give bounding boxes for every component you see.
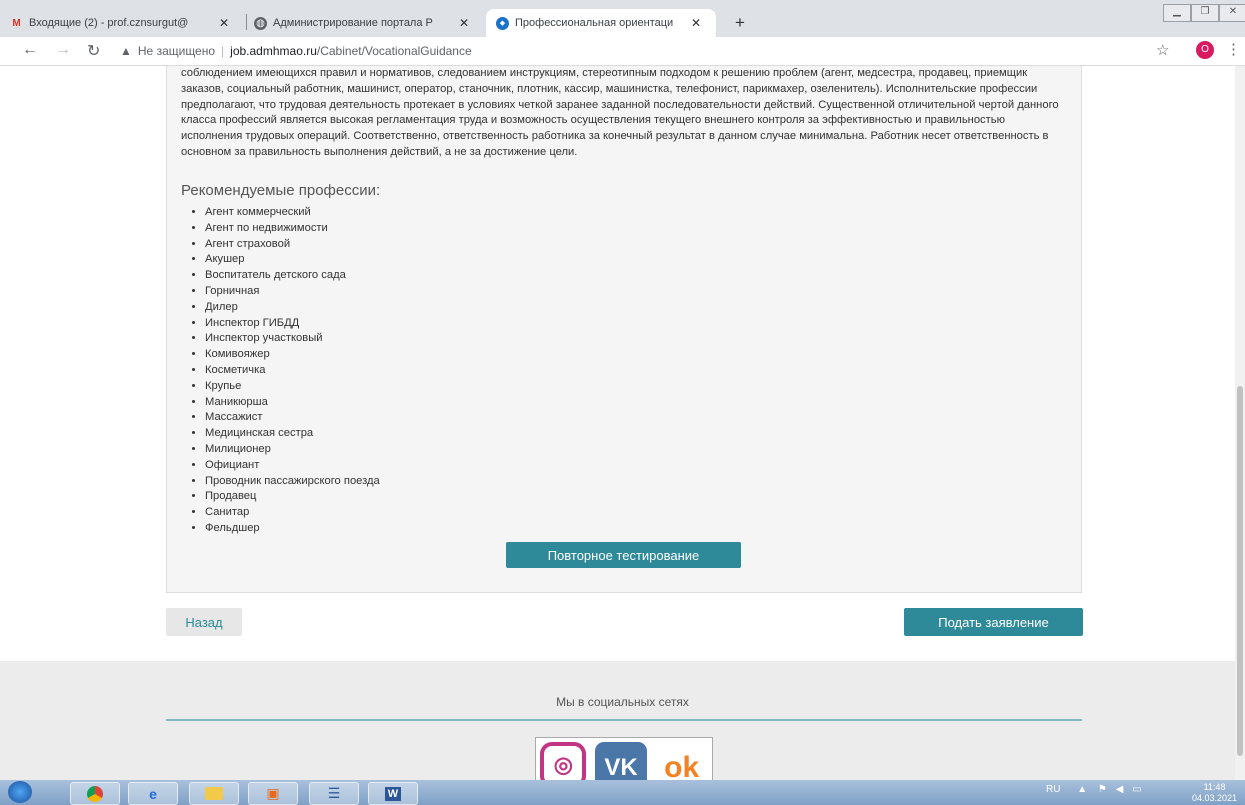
profession-item: Косметичка (205, 363, 380, 379)
profession-item: Инспектор ГИБДД (205, 316, 380, 332)
vk-icon[interactable]: VK (594, 742, 647, 780)
profession-item: Горничная (205, 284, 380, 300)
restore-icon[interactable]: ❐ (1191, 4, 1219, 22)
language-indicator[interactable]: RU (1046, 784, 1060, 795)
profession-item: Маникюрша (205, 395, 380, 411)
tab-title: Входящие (2) - prof.cznsurgut@ (29, 17, 189, 29)
retest-button[interactable]: Повторное тестирование (506, 542, 741, 568)
profession-item: Фельдшер (205, 521, 380, 537)
flag-icon[interactable]: ⚑ (1098, 784, 1107, 795)
tab-vocational-guidance[interactable]: ◆ Профессиональная ориентаци ✕ (486, 9, 716, 37)
chrome-taskbar-icon[interactable] (70, 782, 120, 805)
tab-admin[interactable]: ◍ Администрирование портала Р ✕ (254, 9, 474, 37)
profession-item: Продавец (205, 489, 380, 505)
clock-time: 11:48 (1203, 782, 1226, 792)
media-taskbar-icon[interactable]: ▣ (248, 782, 298, 805)
minimize-icon[interactable]: ▁ (1163, 4, 1191, 22)
profession-item: Комивояжер (205, 347, 380, 363)
ie-taskbar-icon[interactable]: e (128, 782, 178, 805)
profession-item: Дилер (205, 300, 380, 316)
profession-item: Агент страховой (205, 237, 380, 253)
window-close-icon[interactable]: ✕ (1219, 4, 1245, 22)
apply-button[interactable]: Подать заявление (904, 608, 1083, 636)
tab-gmail[interactable]: M Входящие (2) - prof.cznsurgut@ ✕ (10, 9, 238, 37)
back-arrow-icon[interactable]: ← (22, 41, 38, 59)
social-links: ◎ VK ok (535, 737, 713, 780)
profession-item: Акушер (205, 252, 380, 268)
url-domain: job.admhmao.ru (230, 44, 317, 58)
profession-item: Агент по недвижимости (205, 221, 380, 237)
tab-title: Администрирование портала Р (273, 17, 433, 29)
profession-item: Проводник пассажирского поезда (205, 474, 380, 490)
profession-item: Агент коммерческий (205, 205, 380, 221)
bookmark-star-icon[interactable]: ☆ (1156, 41, 1169, 59)
close-icon[interactable]: ✕ (219, 16, 229, 30)
tab-title: Профессиональная ориентаци (515, 17, 674, 29)
url-divider: | (221, 44, 225, 58)
word-taskbar-icon[interactable]: W (368, 782, 418, 805)
gmail-icon: M (12, 17, 21, 29)
window-controls: ▁ ❐ ✕ (1163, 4, 1245, 22)
profile-avatar[interactable]: O (1196, 41, 1214, 59)
show-hidden-icons-icon[interactable]: ▲ (1077, 784, 1087, 795)
network-icon[interactable]: ▭ (1132, 784, 1141, 795)
profession-item: Массажист (205, 410, 380, 426)
browser-toolbar: ← → ↻ ▲ Не защищено | job.admhmao.ru/Cab… (0, 37, 1245, 66)
clock-date: 04.03.2021 (1192, 793, 1238, 803)
volume-icon[interactable]: ◀ (1116, 784, 1124, 795)
social-title: Мы в социальных сетях (556, 695, 689, 709)
kebab-menu-icon[interactable]: ⋮ (1226, 40, 1241, 58)
close-icon[interactable]: ✕ (691, 16, 701, 30)
new-tab-button[interactable]: + (735, 13, 745, 33)
profession-item: Воспитатель детского сада (205, 268, 380, 284)
security-label: Не защищено (137, 44, 216, 58)
profession-item: Милиционер (205, 442, 380, 458)
address-bar[interactable]: ▲ Не защищено | job.admhmao.ru/Cabinet/V… (120, 40, 472, 62)
profession-class-description: соблюдением имеющихся правил и нормативо… (181, 67, 1059, 158)
vertical-scrollbar[interactable] (1235, 66, 1245, 780)
profession-item: Крупье (205, 379, 380, 395)
professions-list: Агент коммерческийАгент по недвижимостиА… (191, 205, 380, 537)
forward-arrow-icon[interactable]: → (55, 41, 71, 59)
tab-separator (246, 14, 247, 30)
back-button[interactable]: Назад (166, 608, 242, 636)
profession-item: Медицинская сестра (205, 426, 380, 442)
explorer-taskbar-icon[interactable] (189, 782, 239, 805)
profession-item: Инспектор участковый (205, 331, 380, 347)
start-button-icon[interactable] (8, 781, 32, 803)
site-icon: ◆ (496, 16, 509, 30)
recommended-title: Рекомендуемые профессии: (181, 182, 381, 199)
system-tray: RU ▲ ⚑ ◀ ▭ (1046, 784, 1142, 795)
taskbar-clock[interactable]: 11:48 04.03.2021 (1192, 782, 1237, 804)
reload-icon[interactable]: ↻ (87, 41, 100, 61)
globe-icon: ◍ (254, 16, 267, 30)
browser-tab-strip: M Входящие (2) - prof.cznsurgut@ ✕ ◍ Адм… (0, 0, 1245, 37)
database-taskbar-icon[interactable]: ☰ (309, 782, 359, 805)
profession-item: Официант (205, 458, 380, 474)
warning-icon[interactable]: ▲ (120, 44, 132, 58)
instagram-icon[interactable]: ◎ (540, 742, 587, 780)
profession-item: Санитар (205, 505, 380, 521)
odnoklassniki-icon[interactable]: ok (655, 742, 708, 780)
social-divider (166, 719, 1082, 721)
close-icon[interactable]: ✕ (459, 16, 469, 30)
url-path: /Cabinet/VocationalGuidance (316, 44, 472, 58)
